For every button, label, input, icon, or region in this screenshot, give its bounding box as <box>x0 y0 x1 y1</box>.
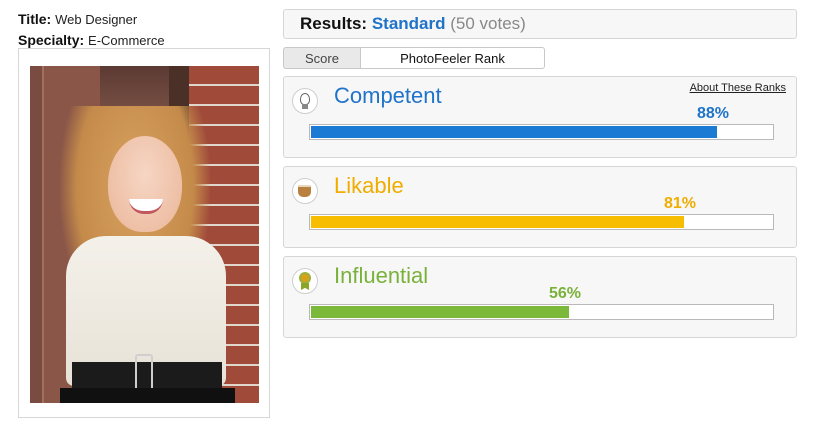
results-header: Results: Standard (50 votes) <box>283 9 797 39</box>
bulb-base <box>302 104 308 109</box>
rank-name: Competent <box>334 83 442 108</box>
rank-name: Influential <box>334 263 429 288</box>
profile-photo <box>30 66 259 403</box>
rank-percent: 81% <box>664 195 697 212</box>
results-votes: (50 votes) <box>450 14 526 33</box>
photo-face <box>108 136 182 232</box>
rank-bar-track <box>309 304 774 320</box>
profile-meta: Title: Web Designer Specialty: E-Commerc… <box>18 9 165 51</box>
title-row: Title: Web Designer <box>18 9 165 30</box>
title-label: Title: <box>18 11 52 27</box>
ribbon-award-icon <box>292 268 318 294</box>
ribbon-tail <box>301 283 309 290</box>
ribbon-medal <box>299 272 311 284</box>
cup-body <box>298 187 311 197</box>
rank-bar-fill <box>311 306 569 318</box>
photo-skirt <box>60 388 235 403</box>
rank-name: Likable <box>334 173 404 198</box>
tab-photofeeler-rank[interactable]: PhotoFeeler Rank <box>361 47 545 69</box>
rank-card-influential: Influential 56% <box>283 256 797 338</box>
about-ranks-link[interactable]: About These Ranks <box>690 82 786 94</box>
rank-percent: 88% <box>697 105 730 122</box>
rank-bar-fill <box>311 216 684 228</box>
view-tabs: Score PhotoFeeler Rank <box>283 47 545 69</box>
rank-card-competent: Competent About These Ranks 88% <box>283 76 797 158</box>
rank-percent: 56% <box>549 285 582 302</box>
rank-bar-track <box>309 214 774 230</box>
rank-bar-track <box>309 124 774 140</box>
specialty-label: Specialty: <box>18 32 85 48</box>
results-category[interactable]: Standard <box>372 14 446 33</box>
rank-bar-fill <box>311 126 717 138</box>
photo-frame <box>18 48 270 418</box>
specialty-value: E-Commerce <box>88 33 165 48</box>
rank-card-likable: Likable 81% <box>283 166 797 248</box>
tab-score[interactable]: Score <box>283 47 361 69</box>
coffee-cup-icon <box>292 178 318 204</box>
title-value: Web Designer <box>55 12 138 27</box>
results-label: Results: <box>300 14 368 33</box>
lightbulb-icon <box>292 88 318 114</box>
